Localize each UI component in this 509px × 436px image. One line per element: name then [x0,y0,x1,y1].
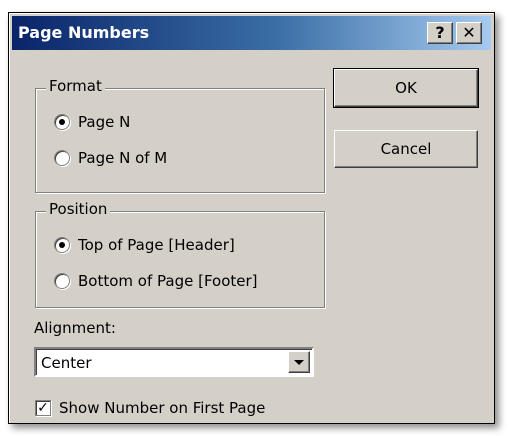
ok-button[interactable]: OK [333,68,479,108]
show-first-page-label: Show Number on First Page [59,399,266,417]
radio-button[interactable] [54,273,70,289]
show-first-page-checkbox[interactable]: ✓ [35,400,51,416]
radio-label: Bottom of Page [Footer] [78,272,258,290]
close-icon: ✕ [462,23,476,42]
radio-page-n[interactable]: Page N [54,111,130,133]
position-groupbox: Position Top of Page [Header] Bottom of … [35,200,325,308]
format-groupbox: Format Page N Page N of M [35,77,325,193]
radio-button-checked[interactable] [54,114,70,130]
show-first-page-checkbox-row[interactable]: ✓ Show Number on First Page [35,399,265,417]
dialog-title: Page Numbers [18,23,150,42]
radio-label: Top of Page [Header] [78,236,235,254]
alignment-selected-value: Center [41,354,92,372]
radio-button[interactable] [54,150,70,166]
radio-top-of-page[interactable]: Top of Page [Header] [54,234,235,256]
position-group-label: Position [46,200,111,218]
help-button[interactable]: ? [427,22,453,44]
title-bar[interactable]: Page Numbers ? ✕ [12,16,491,50]
close-button[interactable]: ✕ [456,22,482,44]
format-group-label: Format [46,77,105,95]
chevron-down-icon [294,359,304,365]
dropdown-button[interactable] [288,351,310,373]
cancel-button[interactable]: Cancel [334,130,478,168]
radio-label: Page N of M [78,149,168,167]
radio-bottom-of-page[interactable]: Bottom of Page [Footer] [54,270,258,292]
radio-page-n-of-m[interactable]: Page N of M [54,147,167,169]
alignment-dropdown[interactable]: Center [34,347,314,377]
checkmark-icon: ✓ [37,400,49,416]
radio-button-checked[interactable] [54,237,70,253]
page-numbers-dialog: Page Numbers ? ✕ Format Page N Page N of… [8,12,495,424]
radio-label: Page N [78,113,131,131]
alignment-label: Alignment: [34,319,116,337]
